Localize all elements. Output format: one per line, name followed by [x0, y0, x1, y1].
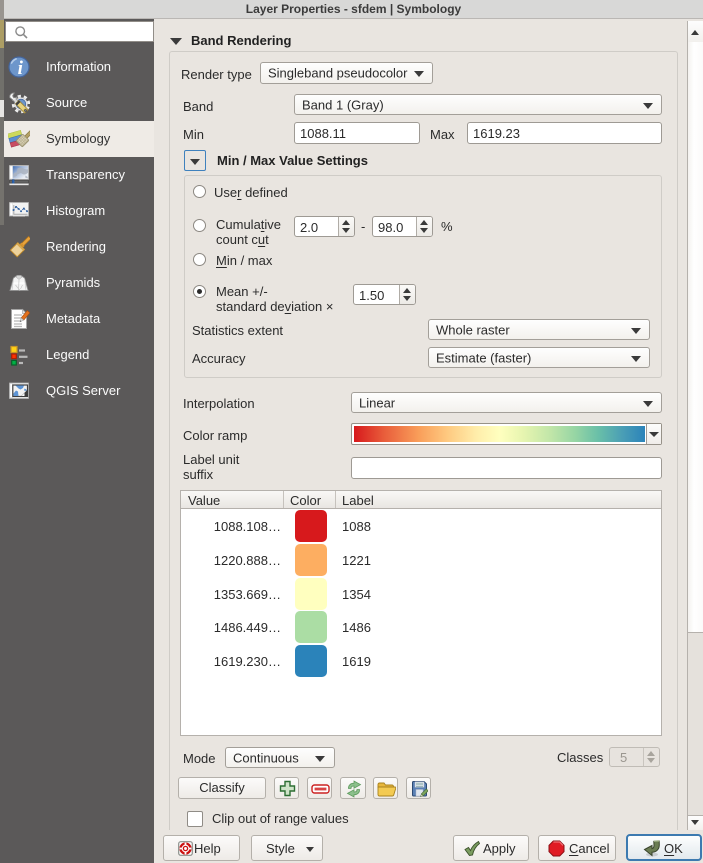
svg-text:i: i: [18, 58, 24, 78]
